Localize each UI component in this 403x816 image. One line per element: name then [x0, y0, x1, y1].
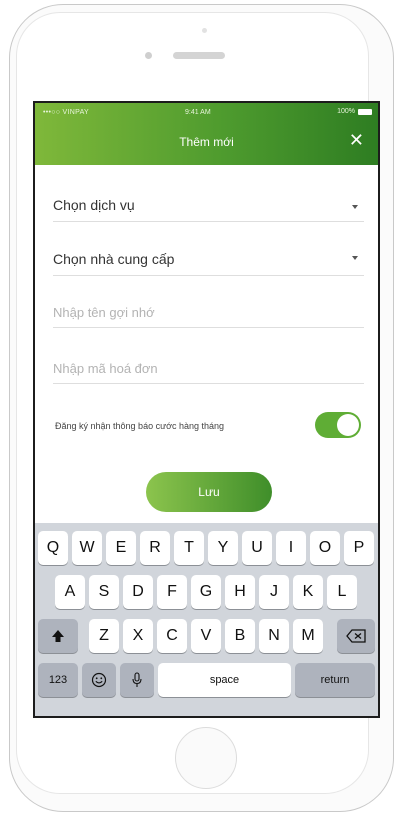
key-d[interactable]: D: [123, 575, 153, 609]
key-q[interactable]: Q: [38, 531, 68, 565]
shift-key[interactable]: [38, 619, 78, 653]
close-icon[interactable]: ✕: [349, 131, 364, 149]
key-i[interactable]: I: [276, 531, 306, 565]
key-t[interactable]: T: [174, 531, 204, 565]
emoji-key[interactable]: [82, 663, 116, 697]
bill-code-field[interactable]: Nhập mã hoá đơn: [53, 355, 364, 384]
key-o[interactable]: O: [310, 531, 340, 565]
emoji-icon: [91, 672, 107, 688]
key-m[interactable]: M: [293, 619, 323, 653]
service-dropdown[interactable]: Chọn dịch vụ: [53, 191, 364, 222]
dictation-key[interactable]: [120, 663, 154, 697]
key-s[interactable]: S: [89, 575, 119, 609]
key-w[interactable]: W: [72, 531, 102, 565]
key-u[interactable]: U: [242, 531, 272, 565]
key-j[interactable]: J: [259, 575, 289, 609]
key-y[interactable]: Y: [208, 531, 238, 565]
key-l[interactable]: L: [327, 575, 357, 609]
battery-icon: [358, 108, 372, 115]
chevron-down-icon: [352, 205, 358, 209]
toggle-knob: [337, 414, 359, 436]
backspace-key[interactable]: [337, 619, 375, 653]
key-e[interactable]: E: [106, 531, 136, 565]
microphone-icon: [132, 672, 142, 687]
nickname-field[interactable]: Nhập tên gợi nhớ: [53, 299, 364, 328]
status-time: 9:41 AM: [185, 109, 211, 116]
bill-code-placeholder: Nhập mã hoá đơn: [53, 361, 158, 376]
key-n[interactable]: N: [259, 619, 289, 653]
save-button[interactable]: Lưu: [146, 472, 272, 512]
key-x[interactable]: X: [123, 619, 153, 653]
proximity-sensor: [145, 52, 152, 59]
header-bar: •••○○ VINPAY 9:41 AM 100% Thêm mới ✕: [35, 103, 378, 165]
home-button[interactable]: [175, 727, 237, 789]
key-h[interactable]: H: [225, 575, 255, 609]
key-p[interactable]: P: [344, 531, 374, 565]
key-f[interactable]: F: [157, 575, 187, 609]
key-g[interactable]: G: [191, 575, 221, 609]
key-v[interactable]: V: [191, 619, 221, 653]
notify-toggle[interactable]: [315, 412, 361, 438]
notify-label: Đăng ký nhận thông báo cước hàng tháng: [55, 421, 225, 431]
backspace-icon: [346, 629, 366, 643]
key-z[interactable]: Z: [89, 619, 119, 653]
return-key[interactable]: return: [295, 663, 375, 697]
status-battery-text: 100%: [337, 108, 355, 115]
keyboard: Q W E R T Y U I O P A S D F G H J K L Z …: [35, 523, 378, 716]
service-select-label: Chọn dịch vụ: [53, 197, 135, 213]
space-key[interactable]: space: [158, 663, 291, 697]
nickname-placeholder: Nhập tên gợi nhớ: [53, 305, 155, 320]
status-battery-group: 100%: [337, 108, 372, 115]
front-camera: [202, 28, 207, 33]
earpiece-speaker: [173, 52, 225, 59]
status-carrier: •••○○ VINPAY: [43, 109, 89, 116]
chevron-down-icon: [352, 256, 358, 260]
key-k[interactable]: K: [293, 575, 323, 609]
provider-select-label: Chọn nhà cung cấp: [53, 251, 175, 267]
shift-icon: [52, 630, 64, 642]
page-title: Thêm mới: [179, 135, 234, 149]
key-c[interactable]: C: [157, 619, 187, 653]
numbers-key[interactable]: 123: [38, 663, 78, 697]
key-a[interactable]: A: [55, 575, 85, 609]
provider-dropdown[interactable]: Chọn nhà cung cấp: [53, 245, 364, 276]
app-screen: •••○○ VINPAY 9:41 AM 100% Thêm mới ✕ Chọ…: [33, 101, 380, 718]
key-b[interactable]: B: [225, 619, 255, 653]
key-r[interactable]: R: [140, 531, 170, 565]
